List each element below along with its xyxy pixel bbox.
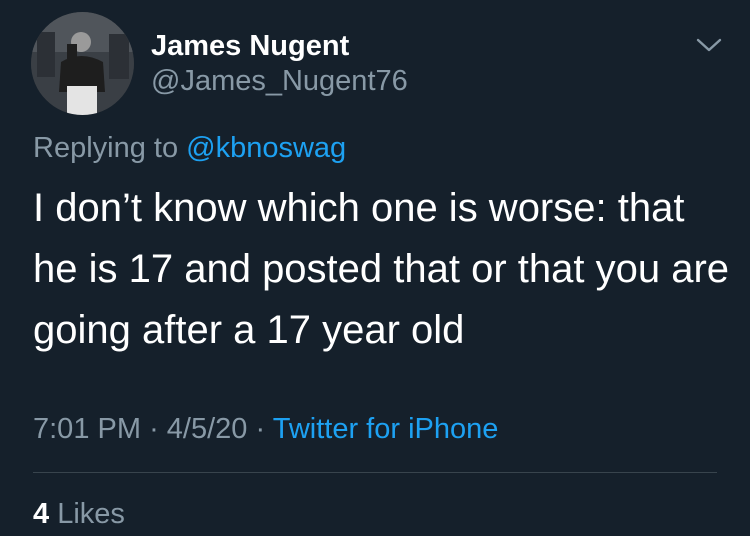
meta-separator: · — [255, 413, 266, 445]
replying-to-label: Replying to — [33, 132, 179, 164]
tweet-detail: James Nugent @James_Nugent76 Replying to… — [0, 0, 750, 536]
reply-mention-link[interactable]: @kbnoswag — [186, 132, 346, 164]
replying-to: Replying to @kbnoswag — [33, 130, 346, 166]
tweet-text: I don’t know which one is worse: that he… — [33, 186, 730, 352]
chevron-down-icon[interactable] — [694, 34, 724, 56]
tweet-meta: 7:01 PM · 4/5/20 · Twitter for iPhone — [33, 411, 498, 447]
meta-separator: · — [149, 413, 159, 445]
likes-count: 4 — [33, 498, 50, 530]
tweet-date: 4/5/20 — [166, 413, 248, 445]
tweet-time: 7:01 PM — [33, 413, 141, 445]
divider — [33, 472, 717, 473]
avatar[interactable] — [31, 12, 134, 115]
likes-stat[interactable]: 4 Likes — [33, 496, 125, 532]
author-handle[interactable]: @James_Nugent76 — [151, 63, 408, 99]
author-display-name[interactable]: James Nugent — [151, 28, 349, 64]
likes-label: Likes — [57, 498, 125, 530]
tweet-source-link[interactable]: Twitter for iPhone — [273, 413, 499, 445]
